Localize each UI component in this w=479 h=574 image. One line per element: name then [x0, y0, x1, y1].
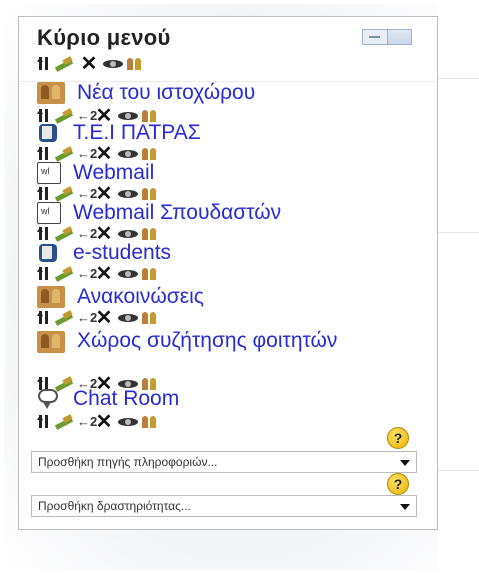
- outdent-icon[interactable]: ←2: [77, 146, 97, 162]
- main-menu-block: Κύριο μενού ✕ Νέα του ιστοχώρου ←2 ✕ T.E…: [18, 16, 438, 530]
- menu-item: Chat Room: [37, 387, 179, 411]
- move-icon[interactable]: [37, 146, 53, 162]
- block-header: Κύριο μενού ✕: [19, 17, 437, 82]
- hide-icon[interactable]: [117, 226, 139, 242]
- delete-icon[interactable]: ✕: [92, 184, 116, 204]
- dock-icon: [388, 30, 411, 44]
- page-icon: [37, 162, 61, 184]
- help-icon[interactable]: ?: [387, 473, 409, 495]
- help-icon[interactable]: ?: [387, 427, 409, 449]
- roles-icon[interactable]: [140, 146, 160, 162]
- move-icon[interactable]: [37, 414, 53, 430]
- item-edit-controls: ←2 ✕: [37, 412, 160, 432]
- roles-icon[interactable]: [140, 266, 160, 282]
- move-icon[interactable]: [37, 226, 53, 242]
- menu-item: Νέα του ιστοχώρου: [37, 81, 255, 105]
- menu-item: Χώρος συζήτησης φοιτητών: [37, 329, 417, 375]
- add-resource-text: Προσθήκη πηγής πληροφοριών...: [38, 455, 218, 469]
- hide-icon[interactable]: [117, 266, 139, 282]
- item-edit-controls: ←2 ✕: [37, 308, 160, 328]
- divider: [438, 78, 479, 79]
- menu-item-link[interactable]: Ανακοινώσεις: [77, 285, 204, 309]
- edit-icon[interactable]: [54, 56, 76, 72]
- forum-icon: [37, 286, 65, 308]
- outdent-icon[interactable]: ←2: [77, 186, 97, 202]
- resource-icon: [37, 122, 61, 144]
- menu-item: e-students: [37, 241, 171, 265]
- roles-icon[interactable]: [125, 56, 145, 72]
- move-icon[interactable]: [37, 56, 53, 72]
- delete-icon[interactable]: ✕: [92, 144, 116, 164]
- page-icon: [37, 202, 61, 224]
- delete-icon[interactable]: ✕: [92, 264, 116, 284]
- menu-item: Webmail: [37, 161, 154, 185]
- move-icon[interactable]: [37, 310, 53, 326]
- hide-icon[interactable]: [117, 414, 139, 430]
- edit-icon[interactable]: [54, 146, 76, 162]
- add-resource-select[interactable]: Προσθήκη πηγής πληροφοριών...: [31, 451, 417, 473]
- delete-icon[interactable]: ✕: [77, 54, 101, 74]
- menu-item-text: Χώρος συζήτησης φοιτητών: [77, 329, 338, 352]
- delete-icon[interactable]: ✕: [92, 308, 116, 328]
- edit-icon[interactable]: [54, 310, 76, 326]
- menu-item-link[interactable]: Νέα του ιστοχώρου: [77, 81, 255, 105]
- edit-icon[interactable]: [54, 226, 76, 242]
- outdent-icon[interactable]: ←2: [77, 310, 97, 326]
- menu-item-link[interactable]: Chat Room: [73, 387, 179, 411]
- hide-icon[interactable]: [117, 146, 139, 162]
- hide-icon[interactable]: [117, 186, 139, 202]
- resource-icon: [37, 242, 61, 264]
- hide-icon[interactable]: [102, 56, 124, 72]
- move-icon[interactable]: [37, 266, 53, 282]
- move-icon[interactable]: [37, 186, 53, 202]
- hide-block-toggle[interactable]: [362, 29, 412, 45]
- edit-icon[interactable]: [54, 414, 76, 430]
- outdent-icon[interactable]: ←2: [77, 266, 97, 282]
- dropdown-arrow-icon: [400, 460, 410, 466]
- outdent-icon[interactable]: ←2: [77, 414, 97, 430]
- dropdown-arrow-icon: [400, 504, 410, 510]
- item-edit-controls: ←2 ✕: [37, 264, 160, 284]
- block-edit-controls: ✕: [37, 54, 145, 74]
- add-activity-select[interactable]: Προσθήκη δραστηριότητας...: [31, 495, 417, 517]
- hide-icon[interactable]: [117, 310, 139, 326]
- delete-icon[interactable]: ✕: [92, 224, 116, 244]
- add-activity-text: Προσθήκη δραστηριότητας...: [38, 499, 191, 513]
- chat-icon: [37, 388, 61, 410]
- menu-item-link[interactable]: e-students: [73, 241, 171, 265]
- menu-item-link[interactable]: Webmail: [73, 161, 154, 185]
- menu-item: Ανακοινώσεις: [37, 285, 204, 309]
- menu-item-link[interactable]: T.E.I ΠΑΤΡΑΣ: [73, 121, 201, 145]
- menu-item-link[interactable]: Χώρος συζήτησης φοιτητών: [77, 329, 377, 352]
- roles-icon[interactable]: [140, 226, 160, 242]
- outdent-icon[interactable]: ←2: [77, 226, 97, 242]
- block-title: Κύριο μενού: [37, 25, 171, 50]
- edit-icon[interactable]: [54, 186, 76, 202]
- menu-item: Webmail Σπουδαστών: [37, 201, 281, 225]
- roles-icon[interactable]: [140, 310, 160, 326]
- divider: [438, 232, 479, 233]
- divider: [438, 470, 479, 471]
- collapse-icon: [363, 30, 388, 44]
- forum-icon: [37, 82, 65, 104]
- forum-icon: [37, 331, 65, 353]
- delete-icon[interactable]: ✕: [92, 412, 116, 432]
- roles-icon[interactable]: [140, 414, 160, 430]
- menu-item: T.E.I ΠΑΤΡΑΣ: [37, 121, 201, 145]
- page-background: [438, 0, 479, 574]
- roles-icon[interactable]: [140, 186, 160, 202]
- edit-icon[interactable]: [54, 266, 76, 282]
- menu-item-link[interactable]: Webmail Σπουδαστών: [73, 201, 281, 225]
